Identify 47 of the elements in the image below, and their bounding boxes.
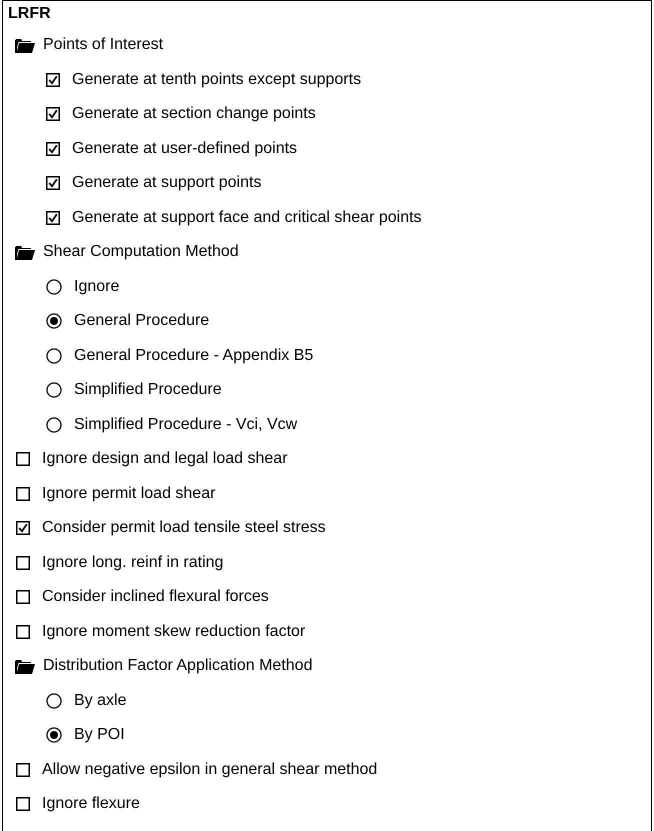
checkbox[interactable] bbox=[16, 452, 30, 466]
radio-label: Simplified Procedure - Vci, Vcw bbox=[74, 416, 298, 434]
checkbox-label: Ignore flexure bbox=[42, 795, 140, 814]
checkbox-label: Generate at tenth points except supports bbox=[72, 70, 362, 89]
radio-button[interactable] bbox=[46, 313, 62, 330]
checkbox[interactable] bbox=[16, 624, 30, 639]
checkbox[interactable] bbox=[16, 797, 30, 812]
checkbox[interactable] bbox=[46, 210, 60, 225]
checkbox-label: Ignore design and legal load shear bbox=[42, 450, 288, 468]
checkbox[interactable] bbox=[16, 590, 30, 604]
radio-button[interactable] bbox=[46, 348, 62, 364]
radio-label: Simplified Procedure bbox=[74, 381, 222, 400]
checkbox-label: Generate at support points bbox=[72, 174, 262, 192]
checkbox-label: Consider permit load tensile steel stress bbox=[42, 519, 326, 538]
checkbox-label: Ignore long. reinf in rating bbox=[42, 554, 224, 572]
panel-title: LRFR bbox=[7, 4, 52, 24]
radio-button[interactable] bbox=[46, 278, 62, 295]
checkbox-label: Ignore permit load shear bbox=[42, 484, 216, 503]
radio-label: General Procedure bbox=[74, 312, 210, 330]
radio-button[interactable] bbox=[46, 692, 62, 709]
radio-button[interactable] bbox=[46, 416, 62, 433]
folder-icon bbox=[15, 38, 35, 53]
checkbox-label: Consider inclined flexural forces bbox=[42, 588, 269, 606]
radio-label: Ignore bbox=[74, 278, 120, 296]
checkbox[interactable] bbox=[46, 72, 60, 87]
checkbox-label: Allow negative epsilon in general shear method bbox=[42, 760, 378, 779]
checkbox[interactable] bbox=[16, 486, 30, 501]
checkbox-label: Generate at user-defined points bbox=[72, 140, 298, 158]
radio-label: By POI bbox=[74, 726, 125, 744]
checkbox[interactable] bbox=[16, 556, 30, 570]
folder-icon bbox=[15, 244, 35, 260]
checkbox[interactable] bbox=[16, 521, 30, 536]
checkbox-label: Generate at section change points bbox=[72, 105, 316, 124]
tree-group-label[interactable]: Shear Computation Method bbox=[43, 243, 239, 262]
checkbox-label: Generate at support face and critical shear points bbox=[72, 208, 422, 227]
radio-button[interactable] bbox=[46, 382, 62, 398]
radio-label: General Procedure - Appendix B5 bbox=[74, 346, 314, 365]
checkbox[interactable] bbox=[46, 142, 60, 156]
folder-icon bbox=[15, 658, 35, 674]
tree-group-label[interactable]: Distribution Factor Application Method bbox=[43, 657, 312, 676]
checkbox[interactable] bbox=[46, 107, 60, 122]
checkbox[interactable] bbox=[46, 176, 60, 190]
radio-button[interactable] bbox=[46, 727, 62, 744]
checkbox-label: Ignore moment skew reduction factor bbox=[42, 622, 306, 641]
radio-label: By axle bbox=[74, 692, 126, 710]
checkbox[interactable] bbox=[16, 762, 30, 777]
tree-group-label[interactable]: Points of Interest bbox=[43, 36, 164, 54]
